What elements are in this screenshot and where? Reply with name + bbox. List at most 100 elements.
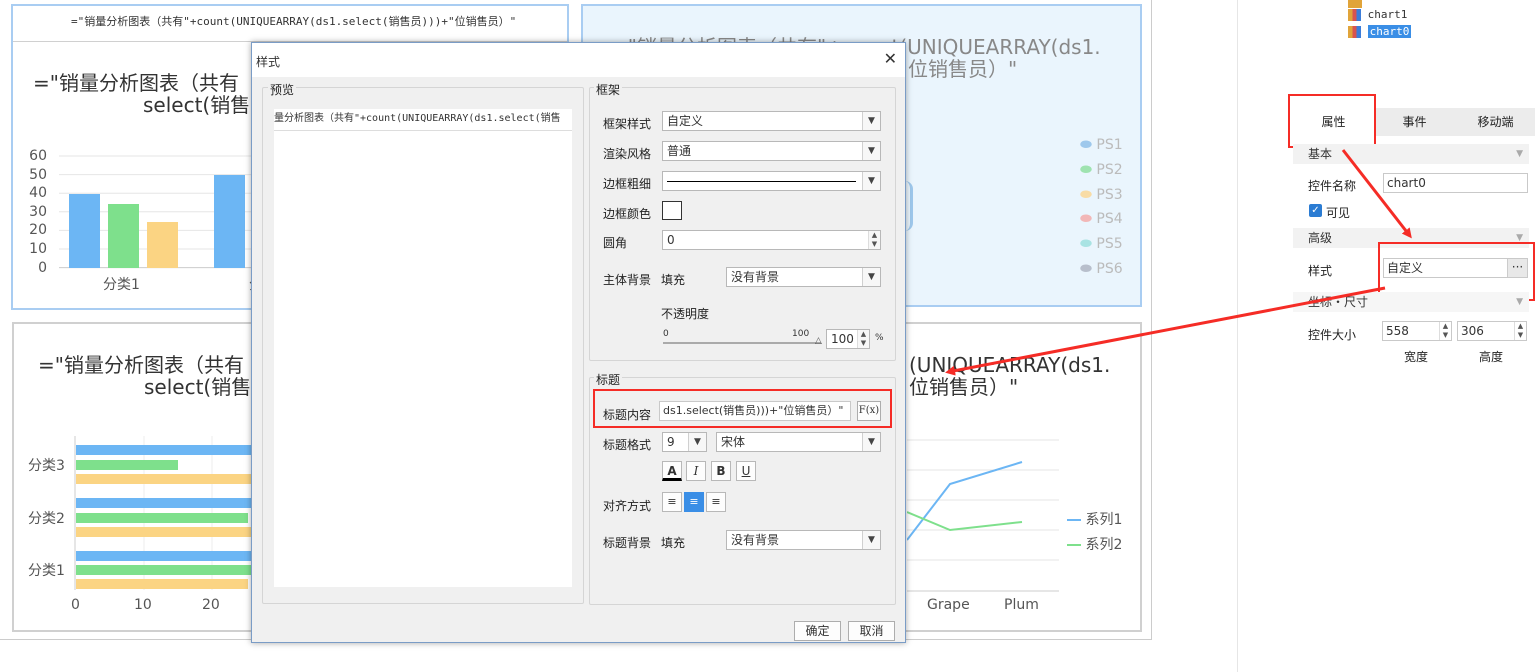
bar	[147, 222, 178, 268]
tab-mobile[interactable]: 移动端	[1455, 108, 1535, 136]
spinner-icon: ▲ ▼	[1514, 322, 1526, 340]
bar	[76, 498, 254, 508]
tree-icon	[1348, 0, 1362, 8]
legend-item: ⬬ PS5	[1080, 236, 1123, 252]
close-icon[interactable]: ✕	[884, 51, 897, 67]
tree-item-chart0[interactable]: chart0	[1348, 25, 1412, 38]
section-coords[interactable]: 坐标・尺寸 ▼	[1293, 292, 1529, 312]
spinner-icon: ▲ ▼	[868, 231, 880, 249]
tick-label: 50	[29, 166, 47, 183]
property-panel: chart1 chart0 属性 事件 移动端 基本 ▼ 控件名称 chart0 …	[1237, 0, 1535, 672]
x-tick: 20	[202, 597, 220, 613]
opacity-max: 100	[792, 329, 810, 339]
tick-label: 20	[29, 222, 47, 239]
dialog-title: 样式	[256, 55, 281, 69]
title-bg-label: 标题背景	[603, 536, 652, 550]
radius-label: 圆角	[603, 236, 628, 250]
frame-style-select[interactable]: 自定义 ▼	[662, 111, 881, 131]
category-label: 分类2	[28, 511, 65, 527]
highlight-box	[593, 389, 892, 428]
chart-title-line1: ="销量分析图表（共有	[33, 71, 239, 95]
font-size-select[interactable]: 9 ▼	[662, 432, 707, 452]
legend-item: ⬬ PS6	[1080, 261, 1123, 277]
x-axis-label: Plum	[1004, 597, 1039, 613]
gutter	[1155, 0, 1237, 672]
name-input[interactable]: chart0	[1383, 173, 1528, 193]
tick-label: 10	[29, 240, 47, 257]
chart-title-line2: 位销售员）"	[909, 375, 1019, 399]
cancel-button[interactable]: 取消	[848, 621, 895, 641]
spinner-icon: ▲ ▼	[1439, 322, 1451, 340]
slider-thumb-icon[interactable]: △	[815, 336, 822, 346]
width-input[interactable]: 558 ▲ ▼	[1382, 321, 1452, 341]
preview-title: 量分析图表（共有"+count(UNIQUEARRAY(ds1.select(销…	[274, 109, 572, 131]
bar	[76, 513, 248, 523]
font-color-button[interactable]: A	[662, 461, 682, 481]
legend-item: ⬬ PS3	[1080, 187, 1123, 203]
chart-icon	[1348, 9, 1361, 21]
chevron-down-icon: ▼	[862, 433, 880, 451]
preview-area: 量分析图表（共有"+count(UNIQUEARRAY(ds1.select(销…	[274, 109, 572, 587]
pie-edge	[905, 181, 913, 231]
style-dialog: 样式 ✕ 预览 量分析图表（共有"+count(UNIQUEARRAY(ds1.…	[251, 42, 906, 643]
align-right-icon[interactable]: ≡	[706, 492, 726, 512]
title-bg-select[interactable]: 没有背景 ▼	[726, 530, 881, 550]
tick-label: 40	[29, 185, 47, 202]
radius-input[interactable]: 0 ▲ ▼	[662, 230, 881, 250]
category-label: 分类3	[28, 458, 65, 474]
legend-item: ⬬ PS4	[1080, 211, 1123, 227]
x-axis-label: 分类1	[103, 277, 140, 293]
opacity-slider[interactable]	[663, 342, 821, 344]
render-select[interactable]: 普通 ▼	[662, 141, 881, 161]
height-input[interactable]: 306 ▲ ▼	[1457, 321, 1527, 341]
body-bg-select[interactable]: 没有背景 ▼	[726, 267, 881, 287]
title-format-label: 标题格式	[603, 438, 652, 452]
chart-title-line1: (UNIQUEARRAY(ds1.	[909, 353, 1111, 377]
section-basic[interactable]: 基本 ▼	[1293, 144, 1529, 164]
underline-button[interactable]: U	[736, 461, 756, 481]
chevron-down-icon: ▼	[862, 172, 880, 190]
border-width-label: 边框粗细	[603, 177, 652, 191]
dialog-titlebar[interactable]: 样式 ✕	[252, 43, 905, 77]
align-left-icon[interactable]: ≡	[662, 492, 682, 512]
legend-item: 系列2	[1067, 534, 1122, 554]
align-label: 对齐方式	[603, 499, 652, 513]
y-axis-ticks: 60 50 40 30 20 10 0	[17, 147, 47, 277]
italic-button[interactable]: I	[686, 461, 706, 481]
category-label: 分类1	[28, 563, 65, 579]
chart-title-line1: ="销量分析图表（共有	[38, 353, 244, 377]
visible-label: 可见	[1326, 206, 1351, 220]
font-name-select[interactable]: 宋体 ▼	[716, 432, 881, 452]
opacity-input[interactable]: 100 ▲ ▼	[826, 329, 870, 349]
frame-group-label: 框架	[594, 81, 623, 98]
tree-item-chart1[interactable]: chart1	[1348, 8, 1407, 21]
line-chart-plot	[907, 439, 1059, 592]
align-center-icon[interactable]: ≡	[684, 492, 704, 512]
chevron-down-icon: ▼	[862, 142, 880, 160]
bar	[69, 194, 100, 268]
chevron-down-icon: ▼	[862, 268, 880, 286]
visible-checkbox[interactable]: ✓	[1309, 204, 1322, 217]
tab-events[interactable]: 事件	[1374, 108, 1455, 136]
chart-header-formula: ="销量分析图表（共有"+count(UNIQUEARRAY(ds1.selec…	[13, 6, 567, 42]
line-sample	[667, 181, 856, 182]
size-label: 控件大小	[1308, 328, 1357, 342]
bar	[214, 175, 245, 268]
border-width-select[interactable]: ▼	[662, 171, 881, 191]
tick-label: 60	[29, 148, 47, 164]
bold-button[interactable]: B	[711, 461, 731, 481]
bar	[108, 204, 139, 268]
x-axis-label: Grape	[927, 597, 970, 613]
tick-label: 30	[29, 203, 47, 220]
fill-label: 填充	[661, 273, 686, 287]
spinner-icon: ▲ ▼	[857, 330, 869, 348]
x-tick: 10	[134, 597, 152, 613]
chevron-down-icon: ▼	[688, 433, 706, 451]
ok-button[interactable]: 确定	[794, 621, 841, 641]
border-color-swatch[interactable]	[662, 201, 682, 220]
width-label: 宽度	[1404, 350, 1429, 364]
title-fill-label: 填充	[661, 536, 686, 550]
bar	[76, 579, 248, 589]
chevron-down-icon: ▼	[862, 112, 880, 130]
bar	[76, 565, 254, 575]
